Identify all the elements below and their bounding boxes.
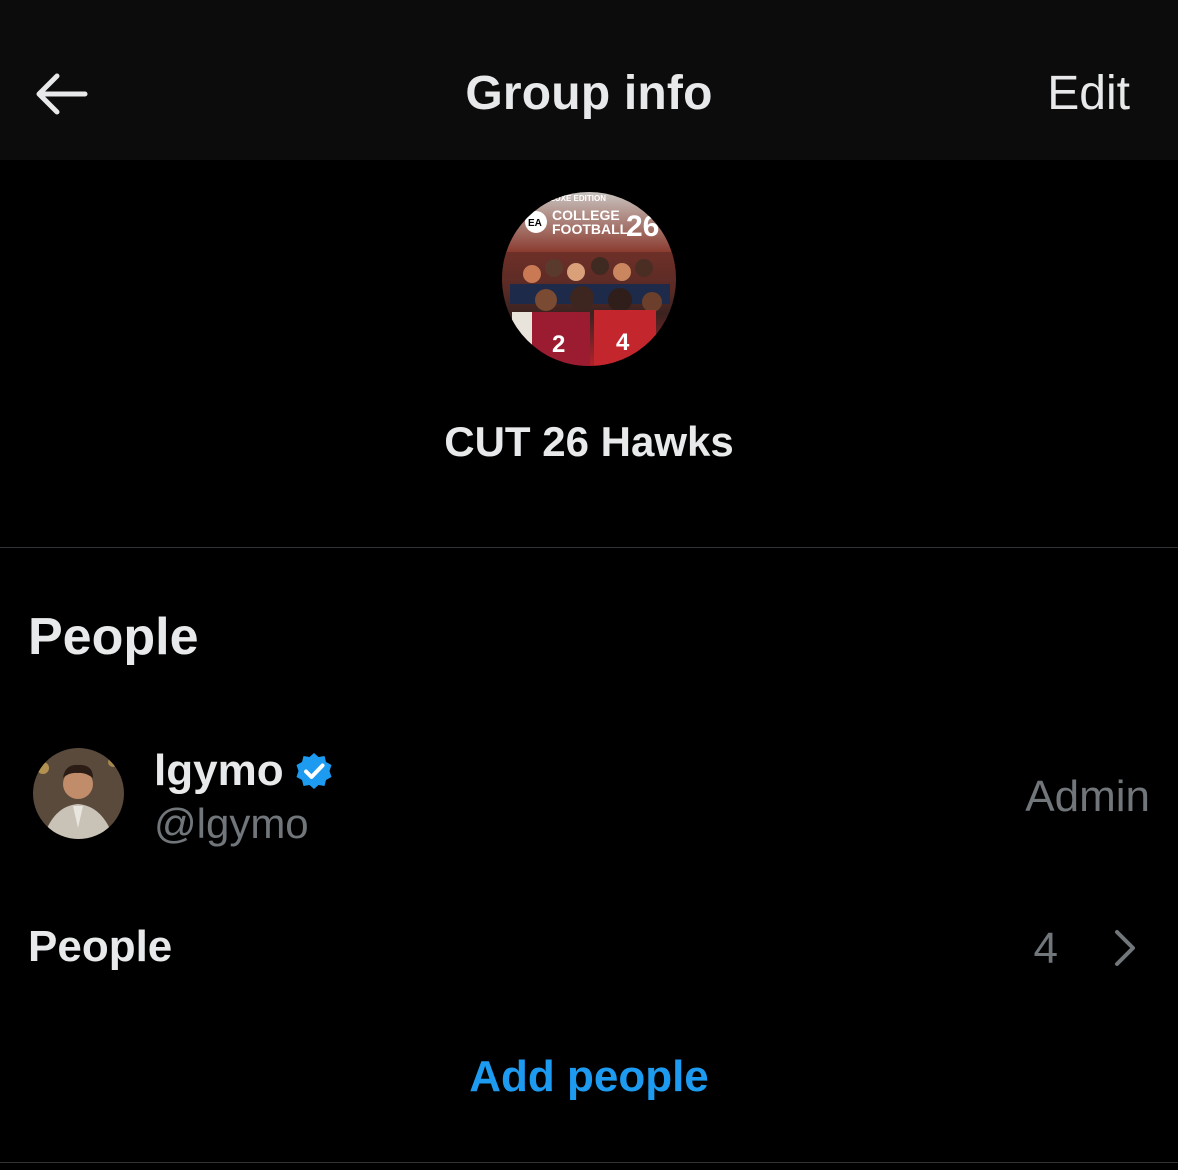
group-name: CUT 26 Hawks [444, 418, 734, 465]
bottom-divider [0, 1162, 1178, 1163]
svg-text:26: 26 [626, 210, 659, 243]
member-role-badge: Admin [1025, 772, 1150, 821]
group-avatar[interactable]: 2 4 EA LUXE EDITION COLLEGE FOOTBALL 26 [502, 192, 676, 366]
chevron-right-icon [1115, 930, 1135, 966]
svg-text:EA: EA [528, 218, 542, 229]
svg-text:4: 4 [616, 329, 630, 356]
avatar [33, 748, 124, 839]
group-avatar-image: 2 4 EA LUXE EDITION COLLEGE FOOTBALL 26 [502, 192, 676, 366]
member-handle: @lgymo [154, 800, 309, 847]
top-bar: Group info Edit [0, 0, 1178, 160]
svg-text:LUXE EDITION: LUXE EDITION [550, 194, 606, 203]
people-section-title: People [28, 608, 199, 666]
add-people-button[interactable]: Add people [0, 1052, 1178, 1102]
people-row-label: People [28, 922, 173, 971]
user-avatar-image [33, 748, 124, 839]
section-divider [0, 547, 1178, 548]
svg-text:FOOTBALL: FOOTBALL [552, 221, 629, 237]
edit-button[interactable]: Edit [1047, 66, 1130, 121]
svg-text:2: 2 [552, 331, 565, 358]
people-list-row[interactable]: People 4 [0, 900, 1178, 990]
verified-badge-icon [296, 753, 332, 789]
member-name: lgymo [154, 746, 334, 796]
page-title: Group info [465, 67, 713, 120]
member-row[interactable]: lgymo @lgymo Admin [0, 720, 1178, 860]
member-display-name: lgymo [154, 746, 284, 795]
people-count: 4 [1033, 924, 1058, 973]
